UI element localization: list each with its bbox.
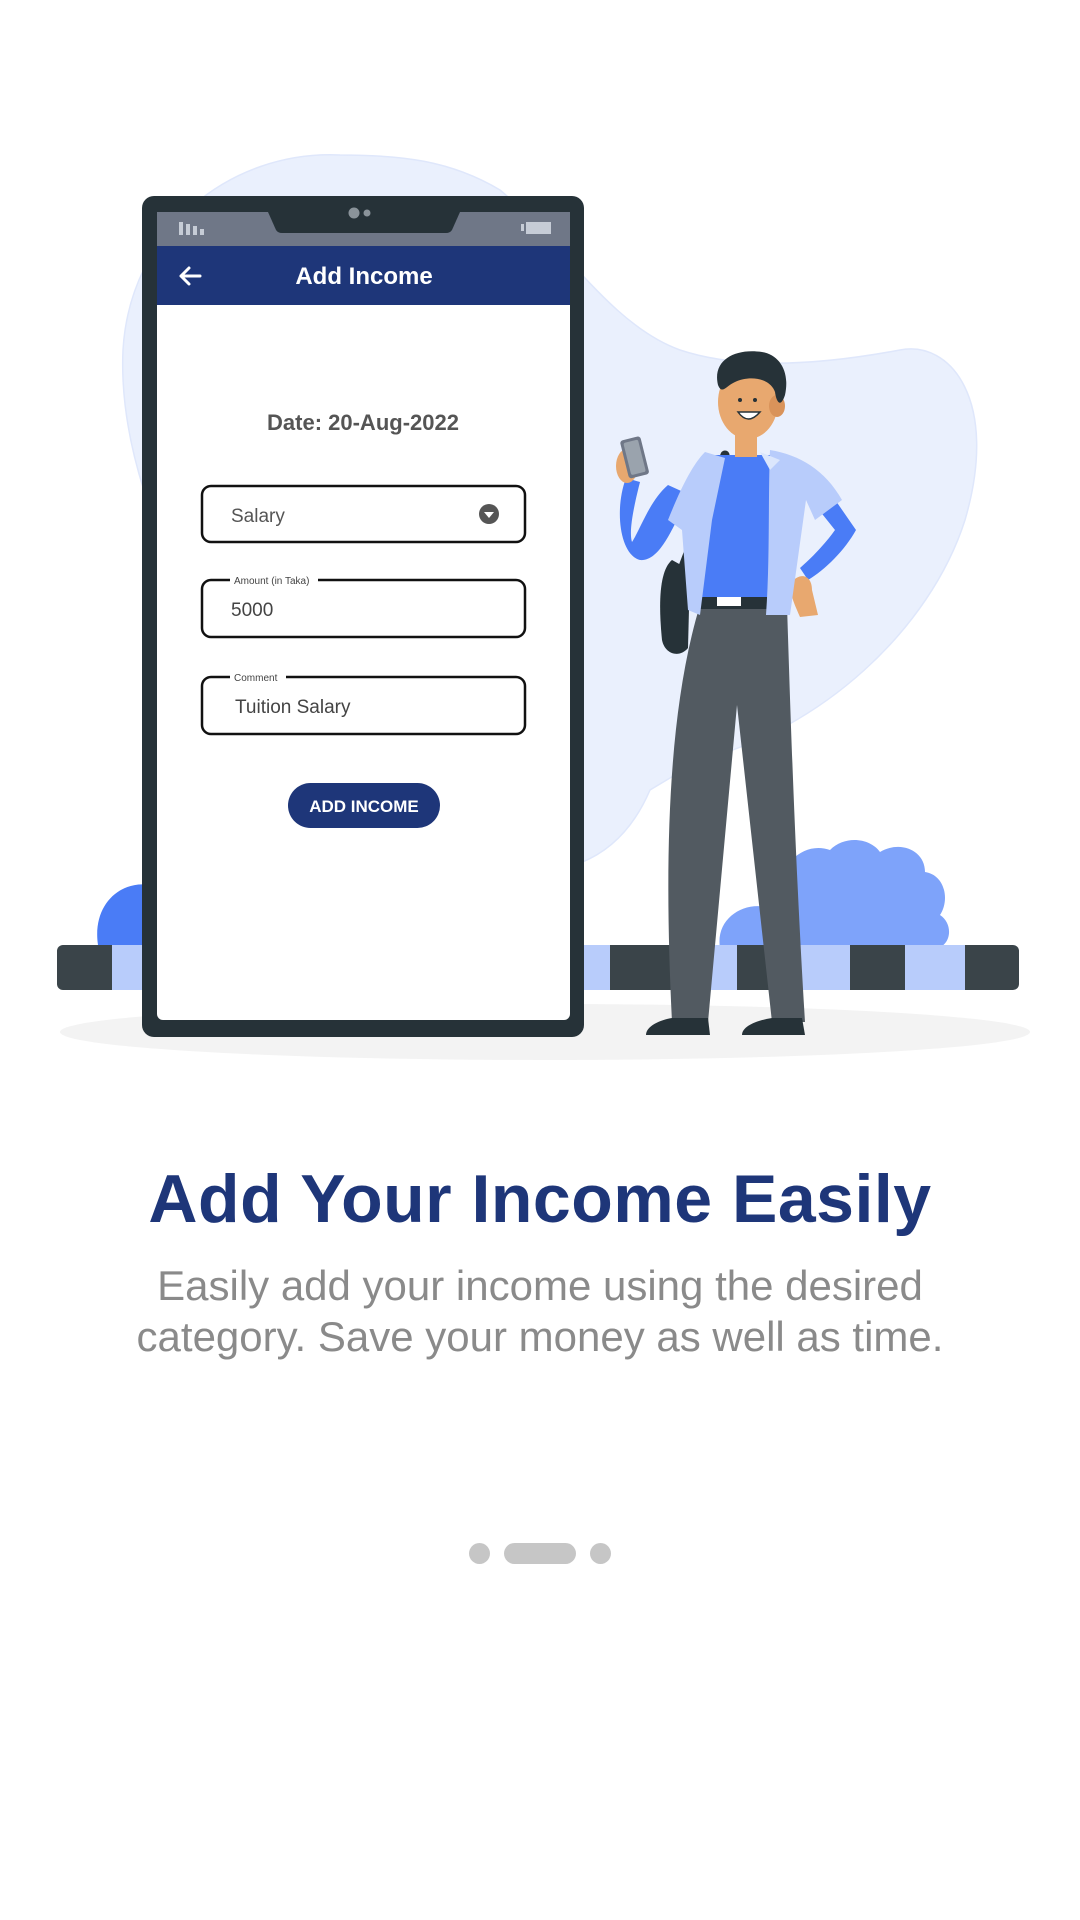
add-income-button[interactable]: ADD INCOME xyxy=(288,783,440,828)
amount-field-value: 5000 xyxy=(231,600,273,621)
page-indicator-dot-active[interactable] xyxy=(504,1543,576,1564)
amount-field-label: Amount (in Taka) xyxy=(234,576,309,587)
comment-field[interactable]: Comment Tuition Salary xyxy=(200,671,527,736)
page-indicator-dot[interactable] xyxy=(590,1543,611,1564)
phone-camera-icon xyxy=(348,207,360,219)
onboarding-illustration: Add Income Date: 20-Aug-2022 Salary Amou… xyxy=(57,154,1030,1060)
page-indicator xyxy=(0,1543,1080,1564)
comment-field-value: Tuition Salary xyxy=(235,697,351,718)
onboarding-screen: Add Income Date: 20-Aug-2022 Salary Amou… xyxy=(0,0,1080,1920)
add-income-button-label: ADD INCOME xyxy=(309,797,419,816)
amount-field[interactable]: Amount (in Taka) 5000 xyxy=(200,574,527,639)
date-label: Date: 20-Aug-2022 xyxy=(267,410,459,435)
phone-sensor-icon xyxy=(363,209,371,217)
phone-notch xyxy=(268,212,460,233)
category-dropdown-value: Salary xyxy=(231,506,285,527)
category-dropdown[interactable]: Salary xyxy=(200,484,527,544)
phone-mockup: Add Income Date: 20-Aug-2022 Salary Amou… xyxy=(142,196,584,1037)
onboarding-description: Easily add your income using the desired… xyxy=(136,1262,944,1360)
app-bar-title: Add Income xyxy=(295,263,432,290)
page-indicator-dot[interactable] xyxy=(469,1543,490,1564)
comment-field-label: Comment xyxy=(234,673,278,684)
onboarding-title: Add Your Income Easily xyxy=(148,1161,932,1237)
